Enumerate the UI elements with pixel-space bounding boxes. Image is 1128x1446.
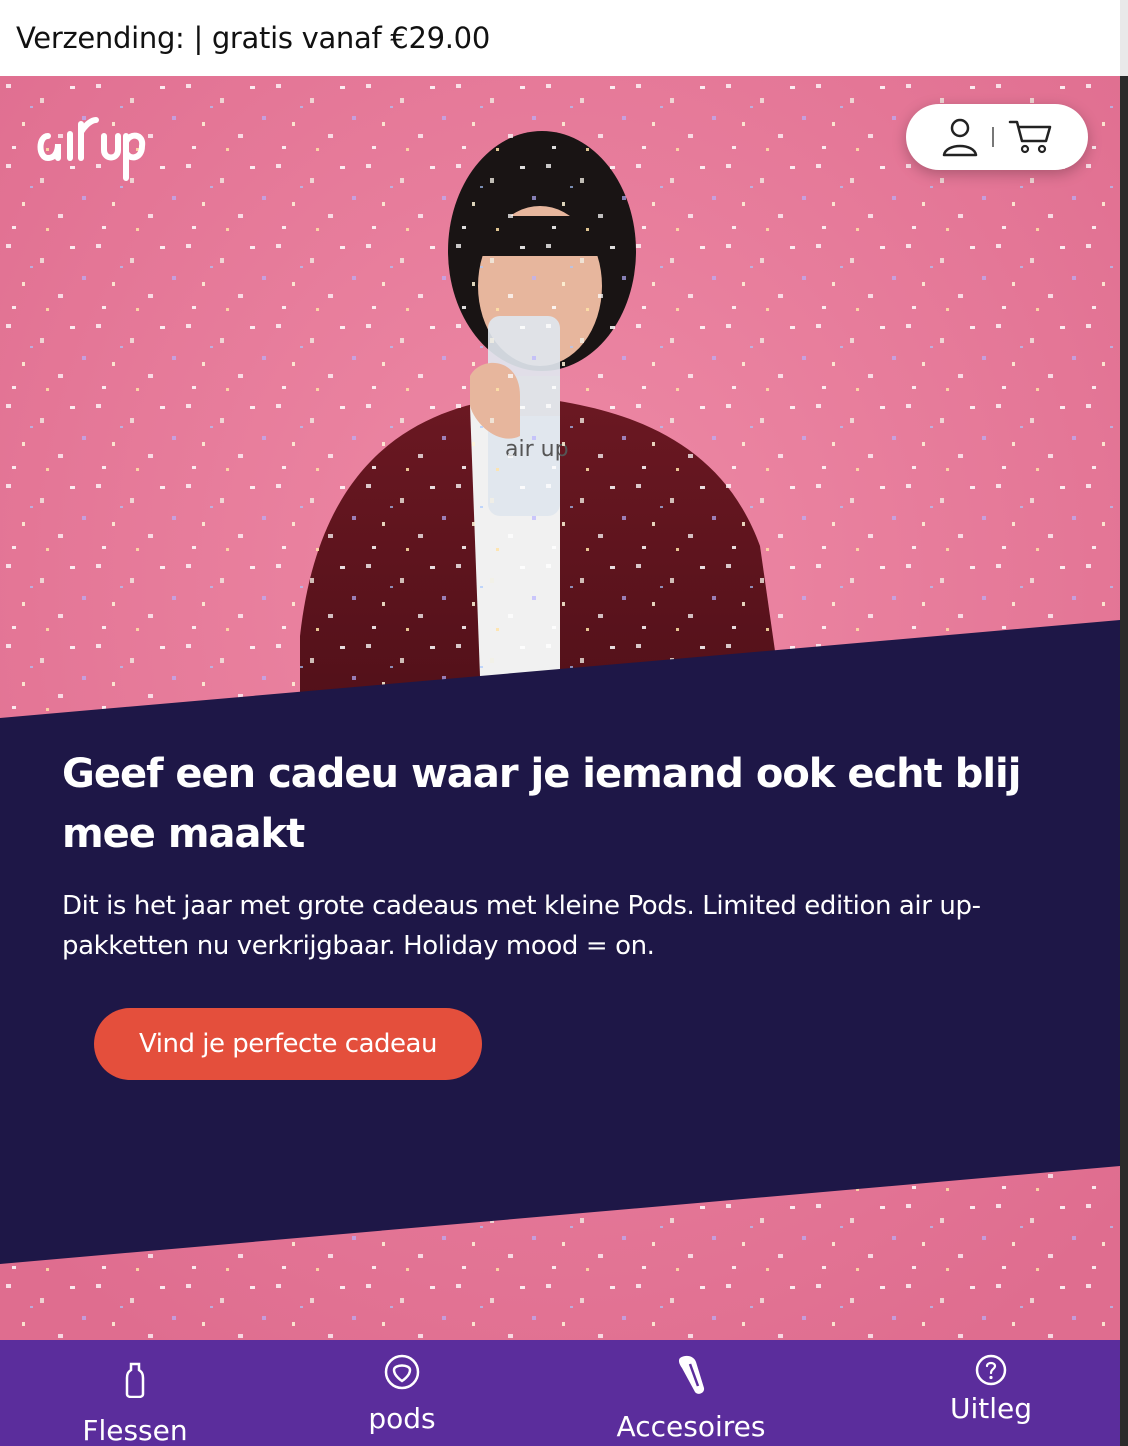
header-divider (992, 127, 994, 147)
nav-item-accesoires[interactable]: Accesoires (606, 1354, 776, 1443)
hero-photo: air up (0, 76, 1120, 1346)
shipping-banner: Verzending: | gratis vanaf €29.00 (0, 0, 1120, 76)
user-icon[interactable] (942, 117, 978, 157)
window-edge (1120, 0, 1128, 1446)
nav-item-flessen[interactable]: Flessen (70, 1362, 200, 1446)
hero-subtext: Dit is het jaar met grote cadeaus met kl… (62, 891, 981, 961)
nav-item-pods[interactable]: pods (350, 1354, 454, 1435)
bottom-nav: Flessen pods Accesoires Uitleg (0, 1340, 1120, 1446)
header-actions (906, 104, 1088, 170)
shipping-text: Verzending: | gratis vanaf €29.00 (16, 21, 490, 55)
pod-icon (384, 1354, 420, 1390)
bottle-icon (125, 1362, 145, 1398)
airup-logo[interactable] (34, 106, 146, 186)
nav-label-flessen: Flessen (82, 1414, 188, 1446)
hero-section: air up Geef een cadeu waar je iemand ook… (0, 76, 1120, 1346)
cart-icon[interactable] (1008, 119, 1052, 155)
help-icon (975, 1354, 1007, 1386)
find-gift-button[interactable]: Vind je perfecte cadeau (94, 1008, 482, 1080)
nav-label-uitleg: Uitleg (949, 1392, 1033, 1425)
hero-headline: Geef een cadeu waar je iemand ook echt b… (62, 751, 1021, 857)
accessory-icon (678, 1355, 705, 1394)
nav-label-accesoires: Accesoires (616, 1410, 766, 1443)
nav-label-pods: pods (368, 1402, 436, 1435)
nav-item-uitleg[interactable]: Uitleg (934, 1354, 1048, 1425)
